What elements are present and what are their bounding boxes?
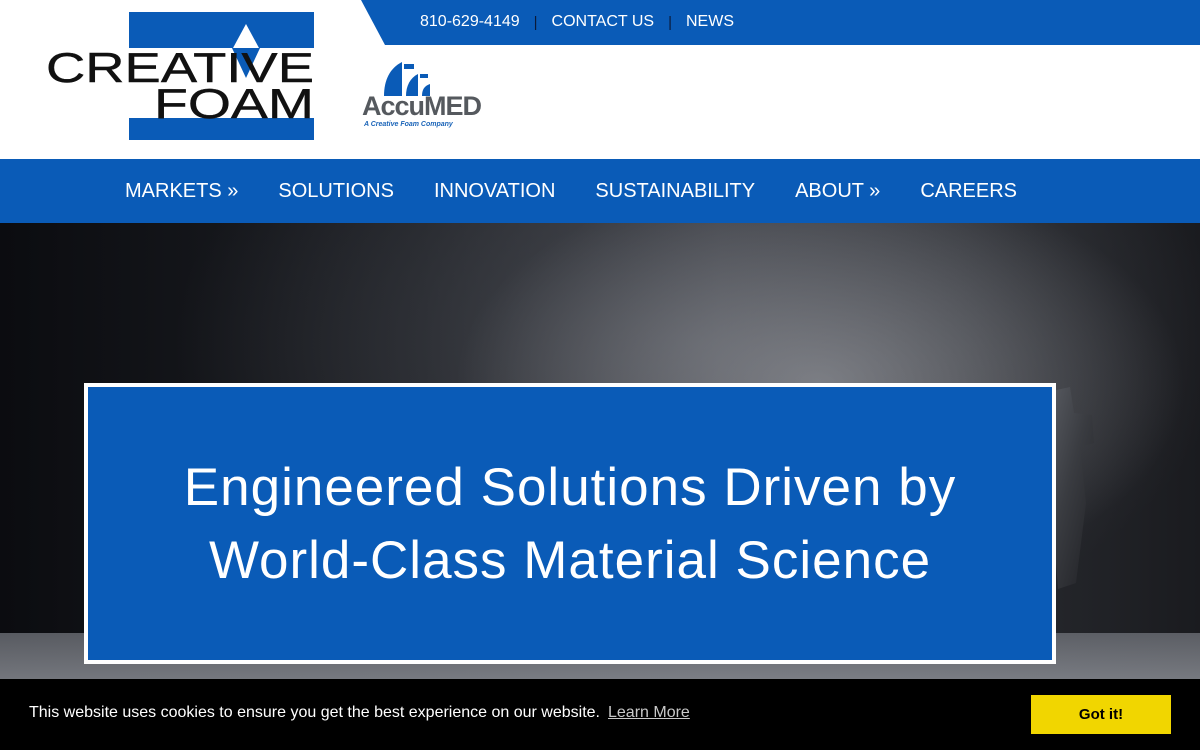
cookie-accept-button[interactable]: Got it! [1031,695,1171,734]
svg-text:FOAM: FOAM [154,80,314,127]
accumed-wordmark: AccuMED [362,91,482,121]
news-link[interactable]: NEWS [686,13,734,31]
nav-item-solutions[interactable]: SOLUTIONS [258,159,414,223]
nav-item-careers[interactable]: CAREERS [900,159,1037,223]
site-header: 810-629-4149 | CONTACT US | NEWS CREATIV… [0,0,1200,159]
creative-foam-logo[interactable]: CREATIVE FOAM [46,12,316,142]
cookie-message-text: This website uses cookies to ensure you … [29,704,600,721]
phone-link[interactable]: 810-629-4149 [420,13,520,31]
hero-card: Engineered Solutions Driven by World-Cla… [84,383,1056,664]
nav-item-markets[interactable]: MARKETS » [105,159,258,223]
nav-item-sustainability[interactable]: SUSTAINABILITY [575,159,775,223]
nav-item-about[interactable]: ABOUT » [775,159,900,223]
cookie-message-container: This website uses cookies to ensure you … [29,704,690,722]
hero-banner: Engineered Solutions Driven by World-Cla… [0,223,1200,750]
cookie-consent-banner: This website uses cookies to ensure you … [0,679,1200,750]
utility-separator: | [533,13,538,31]
accumed-tagline: A Creative Foam Company [364,121,453,128]
accumed-logo[interactable]: AccuMED A Creative Foam Company [360,60,492,132]
contact-us-link[interactable]: CONTACT US [552,13,655,31]
utility-separator: | [668,13,672,31]
utility-links: 810-629-4149 | CONTACT US | NEWS [420,12,734,32]
hero-heading: Engineered Solutions Driven by World-Cla… [183,457,957,590]
cookie-learn-more-link[interactable]: Learn More [608,704,690,721]
main-navigation: MARKETS » SOLUTIONS INNOVATION SUSTAINAB… [0,159,1200,223]
nav-item-innovation[interactable]: INNOVATION [414,159,575,223]
